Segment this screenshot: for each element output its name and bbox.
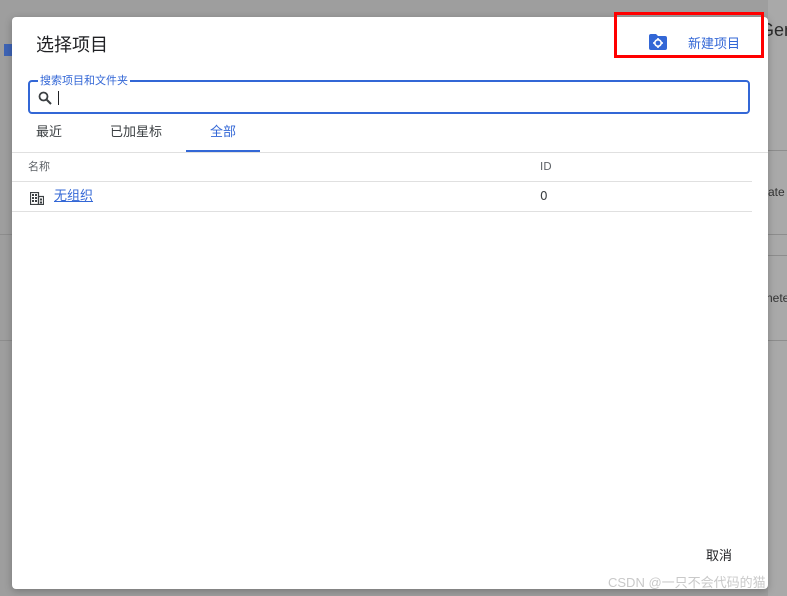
column-header-id[interactable]: ID <box>540 153 552 181</box>
row-divider <box>12 211 752 212</box>
tab-bar: 最近 已加星标 全部 <box>12 121 768 153</box>
background-divider <box>768 150 787 151</box>
background-divider <box>0 340 12 341</box>
folder-settings-icon <box>648 33 668 51</box>
watermark: CSDN @一只不会代码的猫 <box>608 575 766 590</box>
background-logo <box>4 44 12 56</box>
tab-starred[interactable]: 已加星标 <box>110 121 162 153</box>
background-row-text: nete <box>766 291 787 305</box>
column-header-name[interactable]: 名称 <box>28 153 50 181</box>
tabs-divider <box>12 152 768 153</box>
search-icon <box>38 90 52 105</box>
search-input[interactable] <box>58 87 738 107</box>
organization-icon <box>29 190 45 206</box>
project-name-link[interactable]: 无组织 <box>54 182 93 211</box>
new-project-button[interactable]: 新建项目 <box>648 31 740 53</box>
new-project-label: 新建项目 <box>688 36 741 52</box>
background-divider <box>768 340 787 341</box>
project-id: 0 <box>540 189 548 203</box>
dialog-title: 选择项目 <box>36 35 108 56</box>
background-divider <box>768 234 787 235</box>
search-field[interactable]: 搜索项目和文件夹 <box>28 72 750 114</box>
table-row[interactable]: 无组织 0 <box>12 182 752 211</box>
text-cursor <box>58 91 59 105</box>
tab-all[interactable]: 全部 <box>186 121 260 153</box>
background-divider <box>768 255 787 256</box>
tab-recent[interactable]: 最近 <box>36 121 62 153</box>
select-project-dialog: 选择项目 新建项目 搜索项目和文件夹 最近 已加星标 全部 名称 ID 无组织 … <box>12 12 768 589</box>
search-field-label: 搜索项目和文件夹 <box>38 72 130 88</box>
background-row-text: ate <box>768 185 785 199</box>
cancel-button[interactable]: 取消 <box>706 545 732 564</box>
background-divider <box>0 234 12 235</box>
